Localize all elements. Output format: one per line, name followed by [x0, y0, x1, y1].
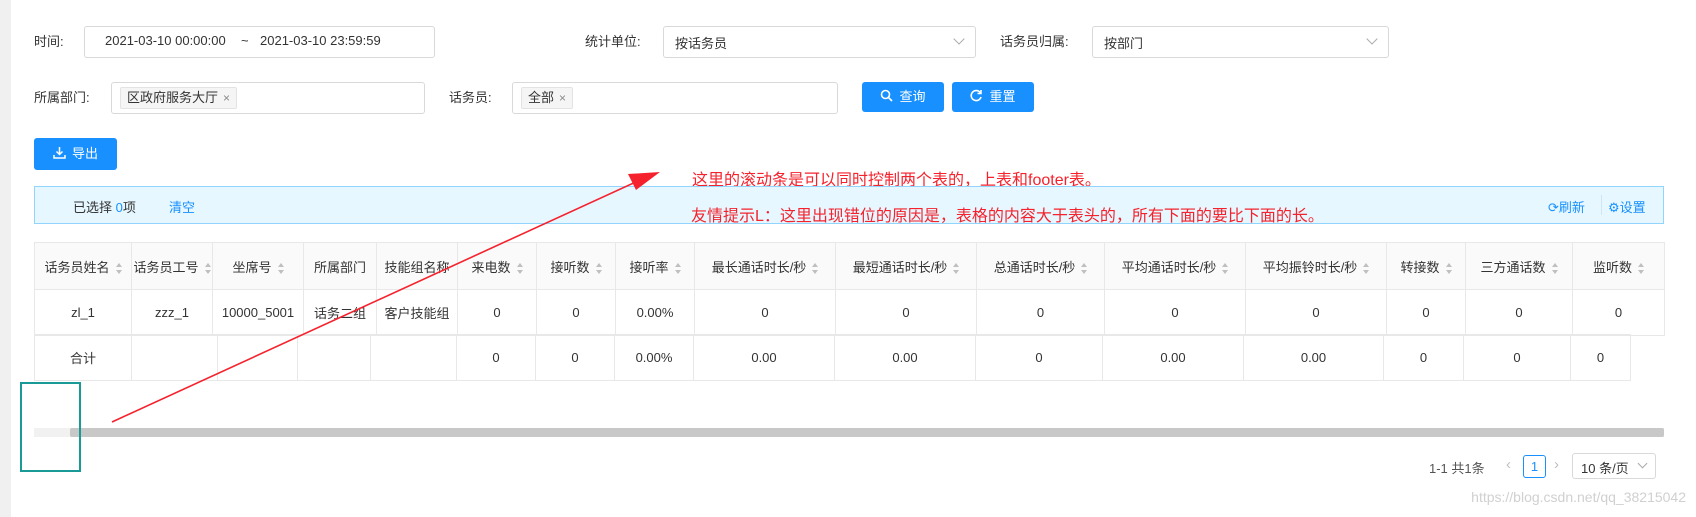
page-number: 1 — [1530, 459, 1539, 474]
next-page-icon[interactable]: › — [1554, 456, 1559, 473]
page-size-select[interactable]: 10 条/页 — [1572, 453, 1656, 479]
watermark: https://blog.csdn.net/qq_38215042 — [1471, 489, 1686, 505]
pagination-summary: 1-1 共1条 — [1429, 461, 1485, 476]
prev-page-icon[interactable]: ‹ — [1506, 456, 1511, 473]
chevron-down-icon — [1637, 458, 1648, 469]
annotation-arrow — [111, 172, 660, 423]
page-item-current[interactable]: 1 — [1523, 455, 1546, 478]
page-size-value: 10 条/页 — [1581, 461, 1629, 476]
